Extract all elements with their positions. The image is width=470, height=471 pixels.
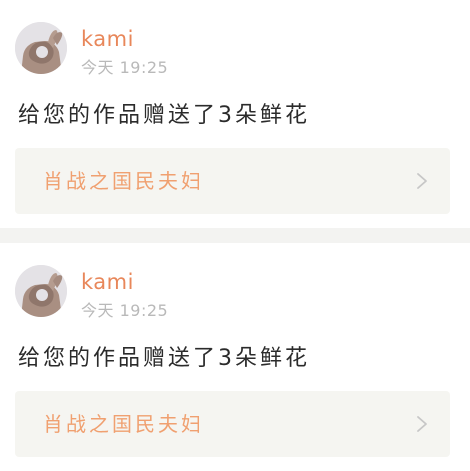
avatar[interactable]: [15, 265, 67, 317]
work-title: 肖战之国民夫妇: [43, 169, 204, 193]
timestamp: 今天 19:25: [81, 58, 169, 77]
chevron-right-icon: [417, 416, 427, 432]
timestamp: 今天 19:25: [81, 301, 169, 320]
chevron-right-icon: [417, 173, 427, 189]
username[interactable]: kami: [81, 269, 134, 295]
section-divider: [0, 228, 470, 243]
username[interactable]: kami: [81, 26, 134, 52]
work-link-card[interactable]: 肖战之国民夫妇: [15, 148, 450, 214]
work-link-card[interactable]: 肖战之国民夫妇: [15, 391, 450, 457]
gift-message: 给您的作品赠送了3朵鲜花: [18, 103, 310, 128]
notification-feed: kami 今天 19:25 给您的作品赠送了3朵鲜花 肖战之国民夫妇 kami …: [0, 0, 470, 471]
notification-item: kami 今天 19:25 给您的作品赠送了3朵鲜花 肖战之国民夫妇: [0, 0, 470, 228]
notification-item: kami 今天 19:25 给您的作品赠送了3朵鲜花 肖战之国民夫妇: [0, 243, 470, 471]
work-title: 肖战之国民夫妇: [43, 412, 204, 436]
avatar[interactable]: [15, 22, 67, 74]
hand-ok-gesture-icon: [15, 22, 67, 74]
gift-message: 给您的作品赠送了3朵鲜花: [18, 346, 310, 371]
hand-ok-gesture-icon: [15, 265, 67, 317]
